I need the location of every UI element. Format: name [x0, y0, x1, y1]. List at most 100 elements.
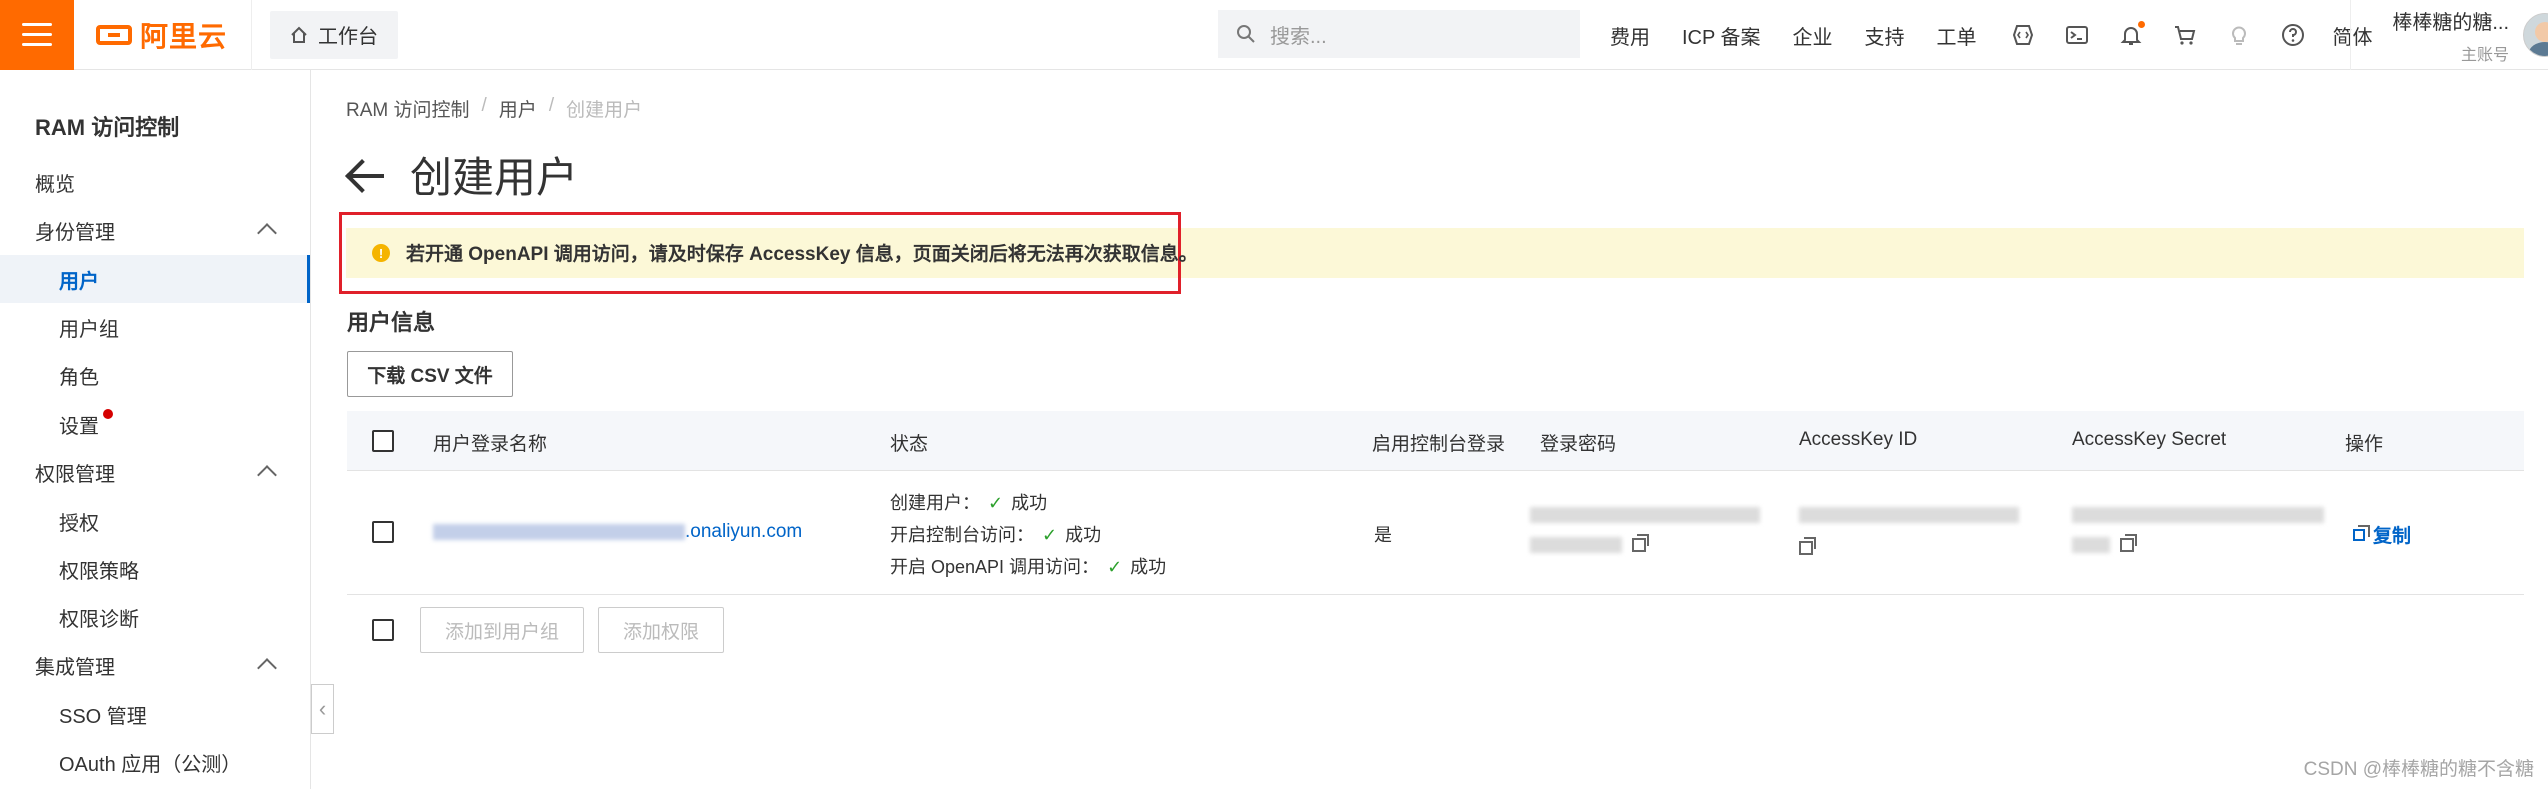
user-menu[interactable]: 棒棒糖的糖... 主账号: [2350, 0, 2548, 70]
sidebar-title: RAM 访问控制: [35, 115, 180, 140]
nav-fees[interactable]: 费用: [1610, 21, 1650, 50]
sidebar-item-label: 概览: [35, 173, 75, 196]
nav-support[interactable]: 支持: [1865, 21, 1905, 50]
sidebar-item-overview[interactable]: 概览: [0, 158, 310, 206]
col-login-name: 用户登录名称: [433, 434, 548, 455]
sidebar-item-user-groups[interactable]: 用户组: [0, 303, 310, 351]
terminal-icon[interactable]: [2063, 21, 2091, 49]
search-input[interactable]: 搜索...: [1218, 10, 1580, 58]
status-cell: 创建用户： ✓ 成功 开启控制台访问： ✓ 成功 开启 OpenAPI 调用访问： ✓ 成功: [890, 487, 1166, 583]
sidebar-item-settings[interactable]: 设置: [0, 400, 310, 448]
row-checkbox[interactable]: [372, 521, 394, 543]
breadcrumb: RAM 访问控制 / 用户 / 创建用户: [346, 95, 642, 122]
redacted-login-name: [433, 524, 685, 540]
copy-icon[interactable]: [1799, 537, 1816, 555]
sidebar-item-label: 用户: [59, 270, 99, 293]
account-type: 主账号: [2460, 46, 2509, 64]
sidebar-item-oauth[interactable]: OAuth 应用（公测）: [0, 738, 310, 786]
download-csv-button[interactable]: 下载 CSV 文件: [347, 351, 513, 397]
cart-icon[interactable]: [2171, 21, 2199, 49]
copy-icon[interactable]: [1632, 534, 1649, 552]
redacted-password-2: [1530, 537, 1622, 553]
sidebar-item-label: 权限管理: [35, 463, 115, 486]
table-row: .onaliyun.com 创建用户： ✓ 成功 开启控制台访问： ✓ 成功 开启 Op…: [347, 471, 2524, 595]
add-permission-button[interactable]: 添加权限: [598, 607, 725, 653]
sidebar-item-diagnostics[interactable]: 权限诊断: [0, 593, 310, 641]
bell-icon[interactable]: [2117, 21, 2145, 49]
hamburger-menu-icon[interactable]: [0, 0, 74, 70]
sidebar-item-label: 授权: [59, 512, 99, 535]
user-info: 棒棒糖的糖... 主账号: [2369, 6, 2509, 65]
lightbulb-icon[interactable]: [2225, 21, 2253, 49]
user-name: 棒棒糖的糖...: [2392, 11, 2509, 34]
logo-text: 阿里云: [140, 20, 228, 52]
workbench-button[interactable]: 工作台: [270, 10, 399, 59]
nav-enterprise[interactable]: 企业: [1793, 21, 1833, 50]
check-icon: ✓: [988, 493, 1004, 513]
back-arrow-icon[interactable]: [346, 155, 386, 195]
breadcrumb-users[interactable]: 用户: [499, 95, 537, 122]
sidebar-item-label: 集成管理: [35, 656, 115, 679]
console-login-value: 是: [1374, 525, 1392, 545]
sidebar-group-permissions[interactable]: 权限管理: [0, 448, 310, 496]
accesskey-secret-cell: [2072, 507, 2324, 553]
status-result: 成功: [1011, 493, 1048, 513]
home-icon: [291, 26, 307, 43]
chevron-left-icon: ‹: [318, 696, 327, 721]
avatar[interactable]: [2523, 13, 2548, 57]
login-name-cell[interactable]: .onaliyun.com: [433, 521, 802, 543]
accesskey-id-cell: [1799, 507, 2019, 555]
code-icon[interactable]: [2009, 21, 2037, 49]
sidebar-item-label: 身份管理: [35, 221, 115, 244]
sidebar-item-grants[interactable]: 授权: [0, 497, 310, 545]
aliyun-logo[interactable]: 阿里云: [74, 0, 253, 70]
sidebar-group-integration[interactable]: 集成管理: [0, 641, 310, 689]
sidebar-item-roles[interactable]: 角色: [0, 351, 310, 399]
workbench-label: 工作台: [318, 26, 379, 48]
chevron-up-icon: [257, 465, 277, 485]
login-domain: .onaliyun.com: [685, 521, 803, 542]
status-label: 开启控制台访问：: [890, 525, 1034, 545]
copy-icon[interactable]: [2120, 534, 2137, 552]
sidebar-item-label: 权限诊断: [59, 608, 139, 631]
sidebar-item-label: OAuth 应用（公测）: [59, 753, 242, 776]
chevron-up-icon: [257, 223, 277, 243]
status-create-user: 创建用户： ✓ 成功: [890, 487, 1166, 519]
section-title: 用户信息: [347, 310, 436, 335]
status-result: 成功: [1065, 525, 1102, 545]
bulk-select-checkbox[interactable]: [372, 619, 394, 641]
breadcrumb-separator: /: [481, 95, 487, 116]
col-console-login: 启用控制台登录: [1372, 434, 1506, 455]
copy-icon: [2353, 524, 2370, 541]
nav-ticket[interactable]: 工单: [1937, 21, 1977, 50]
chevron-up-icon: [257, 658, 277, 678]
sidebar-item-sso[interactable]: SSO 管理: [0, 690, 310, 738]
sidebar-collapse-button[interactable]: ‹: [311, 684, 334, 734]
col-password: 登录密码: [1540, 434, 1617, 455]
breadcrumb-separator: /: [548, 95, 555, 116]
redacted-password: [1530, 507, 1760, 523]
status-openapi-access: 开启 OpenAPI 调用访问： ✓ 成功: [890, 551, 1166, 583]
status-label: 开启 OpenAPI 调用访问：: [890, 557, 1100, 577]
warning-icon: !: [372, 244, 390, 262]
select-all-checkbox[interactable]: [372, 430, 394, 452]
breadcrumb-current: 创建用户: [566, 100, 643, 121]
copy-button[interactable]: 复制: [2353, 521, 2411, 548]
nav-icp[interactable]: ICP 备案: [1682, 21, 1761, 50]
col-actions: 操作: [2345, 434, 2384, 455]
sidebar: RAM 访问控制 概览 身份管理 用户 用户组 角色 设置 权限管理 授权 权限…: [0, 70, 311, 789]
sidebar-item-users[interactable]: 用户: [0, 255, 310, 303]
breadcrumb-ram[interactable]: RAM 访问控制: [346, 95, 470, 122]
help-icon[interactable]: [2279, 21, 2307, 49]
page-title: 创建用户: [410, 154, 579, 201]
add-to-group-button[interactable]: 添加到用户组: [420, 607, 585, 653]
sidebar-group-identity[interactable]: 身份管理: [0, 206, 310, 254]
col-accesskey-secret: AccessKey Secret: [2072, 429, 2227, 450]
aliyun-logo-icon: [96, 24, 132, 45]
sidebar-item-policies[interactable]: 权限策略: [0, 545, 310, 593]
bulk-actions: 添加到用户组 添加权限: [347, 607, 725, 653]
password-cell: [1530, 507, 1760, 553]
col-accesskey-id: AccessKey ID: [1799, 429, 1918, 450]
search-placeholder: 搜索...: [1270, 25, 1327, 48]
warning-text: 若开通 OpenAPI 调用访问，请及时保存 AccessKey 信息，页面关闭…: [406, 244, 1198, 265]
